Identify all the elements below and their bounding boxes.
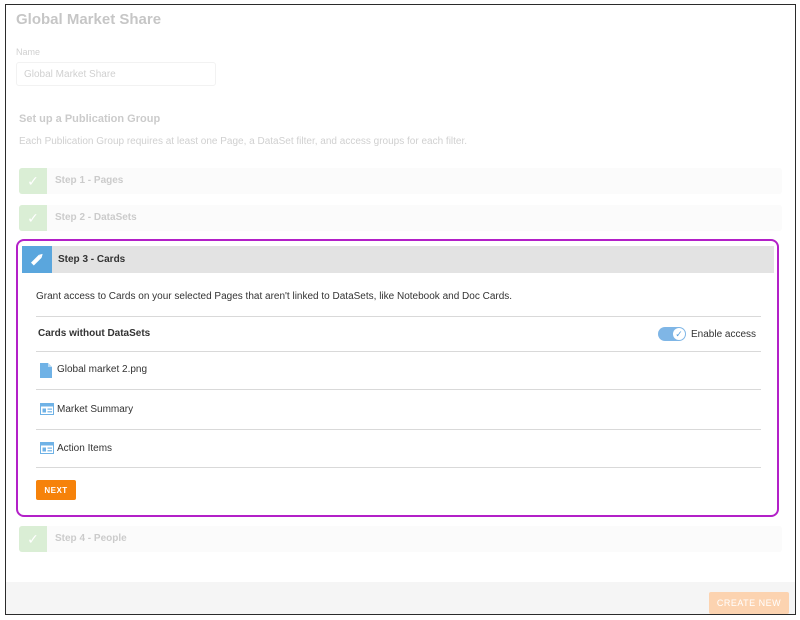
divider <box>36 351 761 352</box>
step-3-header[interactable]: Step 3 - Cards <box>22 246 774 273</box>
step-3-cards-panel: Step 3 - Cards Grant access to Cards on … <box>16 239 779 517</box>
card-label: Global market 2.png <box>57 364 148 375</box>
step-1-label: Step 1 - Pages <box>55 175 124 186</box>
page-title: Global Market Share <box>16 11 162 28</box>
document-icon <box>40 363 52 378</box>
card-label: Action Items <box>57 443 113 454</box>
step-3-description: Grant access to Cards on your selected P… <box>36 291 513 302</box>
name-input[interactable] <box>16 62 216 86</box>
divider <box>36 316 761 317</box>
publication-group-description: Each Publication Group requires at least… <box>19 136 468 147</box>
check-icon: ✓ <box>19 205 47 231</box>
step-4-label: Step 4 - People <box>55 533 127 544</box>
enable-access-label: Enable access <box>691 329 757 340</box>
card-icon <box>40 403 54 415</box>
footer-bar <box>6 582 795 614</box>
card-icon <box>40 442 54 454</box>
pencil-icon <box>22 246 52 273</box>
step-3-title: Step 3 - Cards <box>58 254 126 265</box>
divider <box>36 467 761 468</box>
step-4-row[interactable]: ✓ Step 4 - People <box>19 526 782 552</box>
publication-group-heading: Set up a Publication Group <box>19 113 161 125</box>
check-icon: ✓ <box>673 328 685 340</box>
check-icon: ✓ <box>19 168 47 194</box>
enable-access-toggle[interactable]: ✓ <box>658 327 686 341</box>
divider <box>36 389 761 390</box>
card-label: Market Summary <box>57 404 134 415</box>
cards-without-datasets-heading: Cards without DataSets <box>38 328 151 339</box>
next-button[interactable]: NEXT <box>36 480 76 500</box>
check-icon: ✓ <box>19 526 47 552</box>
step-1-row[interactable]: ✓ Step 1 - Pages <box>19 168 782 194</box>
step-2-row[interactable]: ✓ Step 2 - DataSets <box>19 205 782 231</box>
name-label: Name <box>16 47 41 57</box>
publication-group-dialog: Global Market Share Name Set up a Public… <box>5 4 796 615</box>
step-2-label: Step 2 - DataSets <box>55 212 137 223</box>
divider <box>36 429 761 430</box>
create-new-button[interactable]: CREATE NEW <box>709 592 789 614</box>
